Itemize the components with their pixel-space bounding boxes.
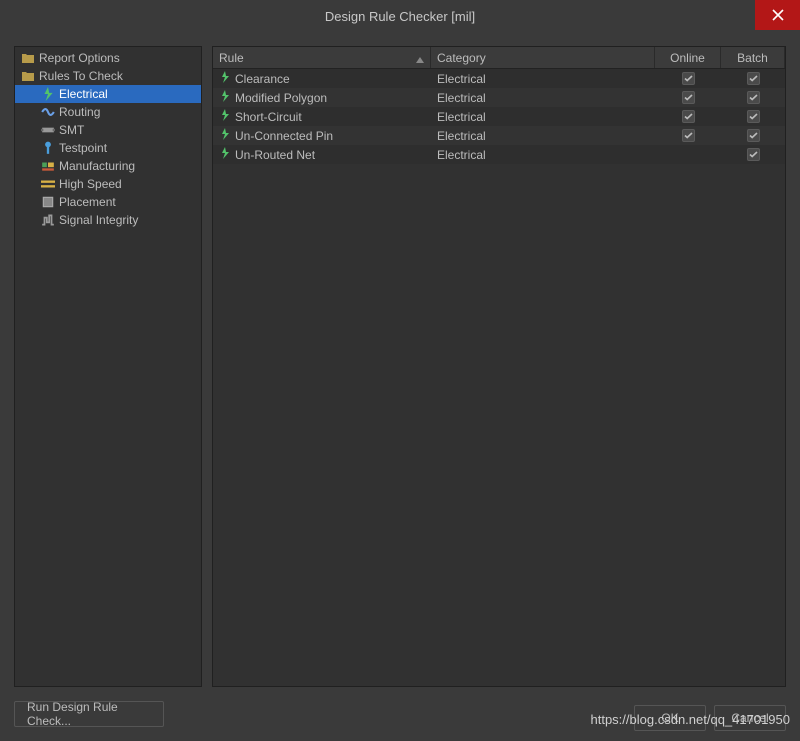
header-online[interactable]: Online bbox=[655, 47, 721, 68]
tree-rules-to-check[interactable]: Rules To Check bbox=[15, 67, 201, 85]
sidebar-category-manufacturing[interactable]: Manufacturing bbox=[15, 157, 201, 175]
category-icon bbox=[41, 123, 55, 137]
run-drc-button[interactable]: Run Design Rule Check... bbox=[14, 701, 164, 727]
category-icon bbox=[41, 141, 55, 155]
rule-icon bbox=[219, 147, 231, 162]
rule-category: Electrical bbox=[437, 72, 486, 86]
rule-row[interactable]: Un-Connected Pin Electrical bbox=[213, 126, 785, 145]
tree-label: Report Options bbox=[39, 51, 120, 65]
batch-checkbox[interactable] bbox=[747, 129, 760, 142]
content-area: Report Options Rules To Check Electrical… bbox=[0, 32, 800, 697]
rule-row[interactable]: Un-Routed Net Electrical bbox=[213, 145, 785, 164]
category-label: Electrical bbox=[59, 87, 108, 101]
rule-name: Modified Polygon bbox=[235, 91, 327, 105]
category-icon bbox=[41, 213, 55, 227]
ok-button[interactable]: OK bbox=[634, 705, 706, 731]
rule-category: Electrical bbox=[437, 91, 486, 105]
rule-category: Electrical bbox=[437, 148, 486, 162]
rule-icon bbox=[219, 71, 231, 86]
category-label: Placement bbox=[59, 195, 116, 209]
sort-ascending-icon bbox=[416, 52, 424, 66]
rule-category: Electrical bbox=[437, 129, 486, 143]
sidebar-category-signal-integrity[interactable]: Signal Integrity bbox=[15, 211, 201, 229]
folder-icon bbox=[21, 71, 35, 81]
online-checkbox[interactable] bbox=[682, 110, 695, 123]
sidebar-category-high-speed[interactable]: High Speed bbox=[15, 175, 201, 193]
tree-report-options[interactable]: Report Options bbox=[15, 49, 201, 67]
batch-checkbox[interactable] bbox=[747, 72, 760, 85]
sidebar-category-placement[interactable]: Placement bbox=[15, 193, 201, 211]
rule-icon bbox=[219, 90, 231, 105]
rule-name: Un-Connected Pin bbox=[235, 129, 333, 143]
rule-category: Electrical bbox=[437, 110, 486, 124]
grid-body: Clearance Electrical Modified Polygon Elect… bbox=[213, 69, 785, 686]
category-label: Testpoint bbox=[59, 141, 107, 155]
header-category[interactable]: Category bbox=[431, 47, 655, 68]
category-label: SMT bbox=[59, 123, 84, 137]
rule-row[interactable]: Modified Polygon Electrical bbox=[213, 88, 785, 107]
rule-name: Short-Circuit bbox=[235, 110, 302, 124]
rule-row[interactable]: Short-Circuit Electrical bbox=[213, 107, 785, 126]
rule-row[interactable]: Clearance Electrical bbox=[213, 69, 785, 88]
cancel-button[interactable]: Cancel bbox=[714, 705, 786, 731]
tree-label: Rules To Check bbox=[39, 69, 123, 83]
category-label: Routing bbox=[59, 105, 100, 119]
batch-checkbox[interactable] bbox=[747, 91, 760, 104]
category-icon bbox=[41, 105, 55, 119]
header-batch[interactable]: Batch bbox=[721, 47, 785, 68]
category-icon bbox=[41, 87, 55, 101]
category-icon bbox=[41, 177, 55, 191]
rule-icon bbox=[219, 109, 231, 124]
close-button[interactable] bbox=[755, 0, 800, 30]
close-icon bbox=[772, 9, 784, 21]
window-title: Design Rule Checker [mil] bbox=[325, 9, 475, 24]
category-label: Manufacturing bbox=[59, 159, 135, 173]
online-checkbox[interactable] bbox=[682, 129, 695, 142]
online-checkbox[interactable] bbox=[682, 91, 695, 104]
folder-icon bbox=[21, 53, 35, 63]
batch-checkbox[interactable] bbox=[747, 148, 760, 161]
grid-header: Rule Category Online Batch bbox=[213, 47, 785, 69]
rule-icon bbox=[219, 128, 231, 143]
online-checkbox[interactable] bbox=[682, 72, 695, 85]
batch-checkbox[interactable] bbox=[747, 110, 760, 123]
category-label: High Speed bbox=[59, 177, 122, 191]
rule-name: Un-Routed Net bbox=[235, 148, 315, 162]
rule-name: Clearance bbox=[235, 72, 290, 86]
dialog-window: { "title": "Design Rule Checker [mil]", … bbox=[0, 0, 800, 741]
sidebar-tree: Report Options Rules To Check Electrical… bbox=[14, 46, 202, 687]
header-rule[interactable]: Rule bbox=[213, 47, 431, 68]
sidebar-category-smt[interactable]: SMT bbox=[15, 121, 201, 139]
sidebar-category-testpoint[interactable]: Testpoint bbox=[15, 139, 201, 157]
sidebar-category-routing[interactable]: Routing bbox=[15, 103, 201, 121]
footer: Run Design Rule Check... OK Cancel bbox=[0, 697, 800, 741]
titlebar: Design Rule Checker [mil] bbox=[0, 0, 800, 32]
sidebar-category-electrical[interactable]: Electrical bbox=[15, 85, 201, 103]
rules-grid: Rule Category Online Batch Clearance Elec… bbox=[212, 46, 786, 687]
category-icon bbox=[41, 159, 55, 173]
category-icon bbox=[41, 195, 55, 209]
category-label: Signal Integrity bbox=[59, 213, 138, 227]
